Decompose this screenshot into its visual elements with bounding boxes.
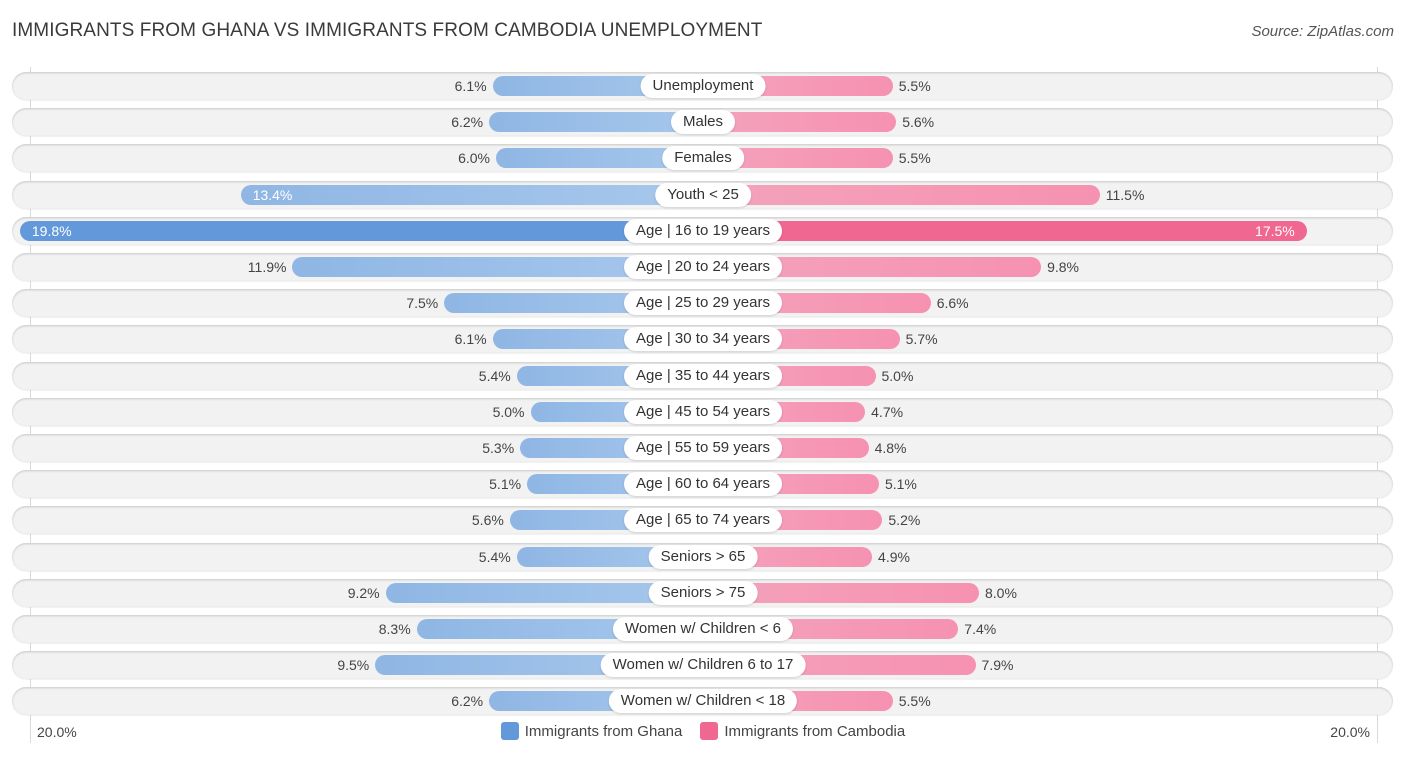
value-label-cambodia: 5.6% — [902, 114, 935, 130]
category-label: Women w/ Children < 6 — [612, 617, 794, 641]
category-label: Seniors > 65 — [648, 545, 758, 569]
value-label-ghana: 13.4% — [252, 187, 293, 203]
chart-row: 11.9% 9.8% Age | 20 to 24 years — [12, 253, 1393, 281]
value-label-ghana: 6.1% — [454, 331, 487, 347]
value-label-cambodia: 4.8% — [874, 440, 907, 456]
chart-row: 5.0% 4.7% Age | 45 to 54 years — [12, 398, 1393, 426]
bar-ghana[interactable] — [19, 221, 703, 241]
chart-row: 6.1% 5.7% Age | 30 to 34 years — [12, 325, 1393, 353]
category-label: Seniors > 75 — [648, 581, 758, 605]
bar-cambodia[interactable] — [703, 221, 1307, 241]
chart-row: 13.4% 11.5% Youth < 25 — [12, 181, 1393, 209]
category-label: Age | 35 to 44 years — [624, 364, 782, 388]
legend: Immigrants from Ghana Immigrants from Ca… — [0, 722, 1406, 740]
value-label-ghana: 5.6% — [471, 512, 504, 528]
value-label-cambodia: 4.9% — [878, 549, 910, 565]
category-label: Unemployment — [640, 74, 766, 98]
category-label: Age | 30 to 34 years — [624, 327, 782, 351]
chart-row: 8.3% 7.4% Women w/ Children < 6 — [12, 615, 1393, 643]
chart-row: 5.3% 4.8% Age | 55 to 59 years — [12, 434, 1393, 462]
legend-item-ghana[interactable]: Immigrants from Ghana — [500, 722, 683, 740]
category-label: Women w/ Children < 18 — [608, 689, 798, 713]
category-label: Age | 55 to 59 years — [624, 436, 782, 460]
value-label-ghana: 6.1% — [454, 78, 487, 94]
value-label-ghana: 5.4% — [478, 368, 511, 384]
category-label: Age | 45 to 54 years — [624, 400, 782, 424]
category-label: Age | 25 to 29 years — [624, 291, 782, 315]
value-label-ghana: 7.5% — [406, 295, 439, 311]
value-label-cambodia: 5.5% — [898, 150, 931, 166]
chart-row: 5.4% 4.9% Seniors > 65 — [12, 543, 1393, 571]
value-label-ghana: 6.2% — [451, 693, 484, 709]
category-label: Age | 20 to 24 years — [624, 255, 782, 279]
value-label-cambodia: 4.7% — [871, 404, 904, 420]
value-label-cambodia: 5.5% — [898, 693, 931, 709]
value-label-cambodia: 6.6% — [936, 295, 969, 311]
value-label-ghana: 9.5% — [337, 657, 370, 673]
value-label-ghana: 9.2% — [347, 585, 380, 601]
value-label-cambodia: 5.0% — [881, 368, 914, 384]
chart-row: 6.0% 5.5% Females — [12, 144, 1393, 172]
value-label-ghana: 6.0% — [458, 150, 490, 166]
value-label-ghana: 5.3% — [482, 440, 515, 456]
value-label-ghana: 6.2% — [451, 114, 484, 130]
category-label: Age | 16 to 19 years — [624, 219, 782, 243]
value-label-cambodia: 17.5% — [1255, 223, 1295, 239]
chart-row: 5.6% 5.2% Age | 65 to 74 years — [12, 506, 1393, 534]
legend-label-ghana: Immigrants from Ghana — [524, 722, 683, 740]
chart-row: 6.1% 5.5% Unemployment — [12, 72, 1393, 100]
value-label-ghana: 11.9% — [247, 259, 287, 275]
chart-title: IMMIGRANTS FROM GHANA VS IMMIGRANTS FROM… — [12, 20, 763, 41]
category-label: Women w/ Children 6 to 17 — [600, 653, 806, 677]
value-label-ghana: 5.1% — [489, 476, 522, 492]
chart-row: 5.1% 5.1% Age | 60 to 64 years — [12, 470, 1393, 498]
value-label-cambodia: 5.1% — [884, 476, 917, 492]
value-label-cambodia: 7.4% — [964, 621, 997, 637]
value-label-ghana: 8.3% — [378, 621, 411, 637]
value-label-ghana: 5.4% — [478, 549, 511, 565]
value-label-cambodia: 5.7% — [905, 331, 938, 347]
value-label-cambodia: 8.0% — [985, 585, 1017, 601]
value-label-cambodia: 11.5% — [1105, 187, 1145, 203]
category-label: Females — [662, 146, 744, 170]
value-label-ghana: 19.8% — [31, 223, 72, 239]
category-label: Youth < 25 — [655, 183, 751, 207]
value-label-cambodia: 5.5% — [898, 78, 931, 94]
chart-row: 19.8% 17.5% Age | 16 to 19 years — [12, 217, 1393, 245]
value-label-ghana: 5.0% — [492, 404, 525, 420]
legend-swatch-cambodia — [700, 722, 719, 740]
category-label: Age | 65 to 74 years — [624, 508, 782, 532]
value-label-cambodia: 5.2% — [888, 512, 921, 528]
chart-row: 6.2% 5.6% Males — [12, 108, 1393, 136]
chart-row: 5.4% 5.0% Age | 35 to 44 years — [12, 362, 1393, 390]
category-label: Age | 60 to 64 years — [624, 472, 782, 496]
legend-item-cambodia[interactable]: Immigrants from Cambodia — [700, 722, 905, 740]
value-label-cambodia: 9.8% — [1047, 259, 1080, 275]
source-label: Source: ZipAtlas.com — [1251, 23, 1394, 40]
chart-row: 9.2% 8.0% Seniors > 75 — [12, 579, 1393, 607]
chart-row: 6.2% 5.5% Women w/ Children < 18 — [12, 687, 1393, 715]
legend-swatch-ghana — [500, 722, 519, 740]
chart-row: 9.5% 7.9% Women w/ Children 6 to 17 — [12, 651, 1393, 679]
bar-cambodia[interactable] — [703, 185, 1100, 205]
chart-row: 7.5% 6.6% Age | 25 to 29 years — [12, 289, 1393, 317]
bar-ghana[interactable] — [240, 185, 703, 205]
category-label: Males — [670, 110, 736, 134]
value-label-cambodia: 7.9% — [981, 657, 1014, 673]
legend-label-cambodia: Immigrants from Cambodia — [724, 722, 906, 740]
